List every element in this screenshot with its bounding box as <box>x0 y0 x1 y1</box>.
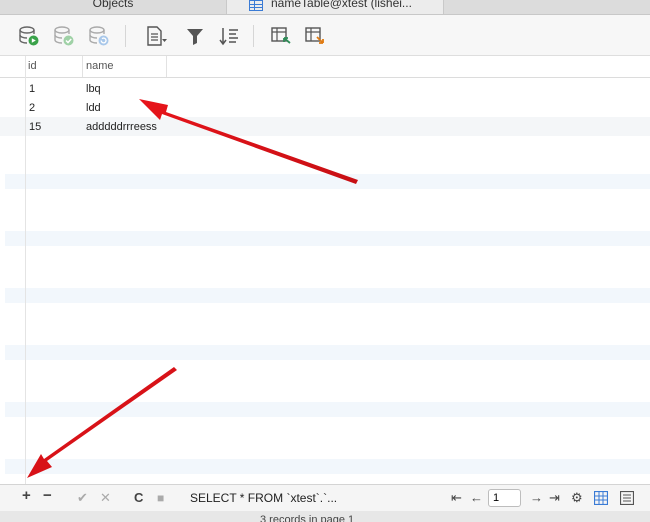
cell-id[interactable]: 15 <box>29 121 41 133</box>
empty-row-stripe <box>5 174 650 189</box>
settings-icon[interactable]: ⚙ <box>571 491 583 505</box>
export-icon[interactable] <box>304 25 326 47</box>
grid-view-icon[interactable] <box>593 490 609 506</box>
tab-bar: Objects nameTable@xtest (lishei... <box>0 0 650 15</box>
toolbar-separator <box>253 25 254 47</box>
apply-changes-button[interactable]: ✔ <box>77 491 88 505</box>
empty-row-stripe <box>5 402 650 417</box>
stop-button[interactable]: ■ <box>157 491 164 505</box>
form-view-icon[interactable] <box>619 490 635 506</box>
next-page-button[interactable]: → <box>530 491 543 505</box>
table-row[interactable]: 1 lbq <box>0 79 650 98</box>
gutter-divider <box>25 56 26 484</box>
table-header: id name <box>0 56 650 78</box>
tab-objects[interactable]: Objects <box>0 0 226 14</box>
column-divider[interactable] <box>82 56 83 77</box>
begin-transaction-icon[interactable] <box>18 25 40 47</box>
cell-name[interactable]: lbq <box>86 83 101 95</box>
page-number-input[interactable] <box>488 489 521 507</box>
toolbar-separator <box>125 25 126 47</box>
import-icon[interactable] <box>270 25 292 47</box>
table-row[interactable]: 2 ldd <box>0 98 650 117</box>
previous-page-button[interactable]: ← <box>470 491 483 505</box>
empty-row-stripe <box>5 459 650 474</box>
first-page-button[interactable]: ⇤ <box>451 491 462 505</box>
cell-id[interactable]: 2 <box>29 102 35 114</box>
bottom-toolbar: + − ✔ ✕ C ■ SELECT * FROM `xtest`.`... ⇤… <box>0 484 650 511</box>
sql-preview[interactable]: SELECT * FROM `xtest`.`... <box>190 491 337 505</box>
empty-row-stripe <box>5 231 650 246</box>
commit-icon[interactable] <box>53 25 75 47</box>
tab-name-table[interactable]: nameTable@xtest (lishei... <box>226 0 444 14</box>
cell-id[interactable]: 1 <box>29 83 35 95</box>
column-divider[interactable] <box>166 56 167 77</box>
empty-row-stripe <box>5 288 650 303</box>
delete-record-button[interactable]: − <box>43 488 52 503</box>
cell-name[interactable]: ldd <box>86 102 101 114</box>
tab-name-table-label: nameTable@xtest (lishei... <box>271 0 412 10</box>
table-icon <box>249 0 263 11</box>
table-row[interactable]: 15 adddddrrreess <box>0 117 650 136</box>
refresh-button[interactable]: C <box>134 491 143 505</box>
text-icon[interactable] <box>145 25 167 47</box>
last-page-button[interactable]: ⇥ <box>549 491 560 505</box>
column-header-id[interactable]: id <box>28 60 37 72</box>
sort-icon[interactable] <box>218 25 240 47</box>
toolbar <box>0 15 650 56</box>
filter-icon[interactable] <box>184 25 206 47</box>
add-record-button[interactable]: + <box>22 488 31 503</box>
rollback-icon[interactable] <box>88 25 110 47</box>
column-header-name[interactable]: name <box>86 60 114 72</box>
empty-row-stripe <box>5 345 650 360</box>
record-count-text: 3 records in page 1 <box>260 514 355 522</box>
cell-name[interactable]: adddddrrreess <box>86 121 157 133</box>
discard-changes-button[interactable]: ✕ <box>100 491 111 505</box>
status-bar: 3 records in page 1 <box>0 511 650 522</box>
